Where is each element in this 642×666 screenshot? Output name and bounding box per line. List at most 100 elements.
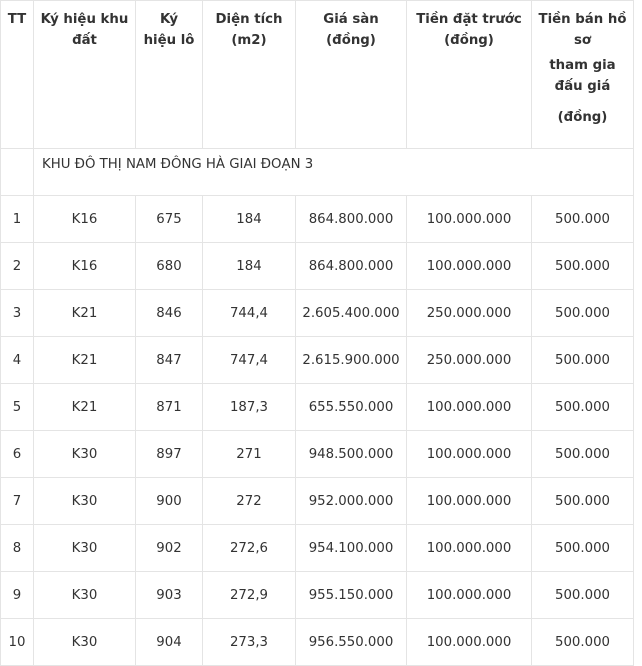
cell-land-code: K30 — [33, 618, 136, 666]
auction-lot-table: TT Ký hiệu khu đất Ký hiệu lô Diện tích … — [0, 0, 634, 666]
cell-area: 272,9 — [202, 571, 296, 619]
cell-floor-price: 956.550.000 — [295, 618, 407, 666]
cell-tt: 2 — [0, 242, 34, 290]
header-tt-label: TT — [7, 12, 27, 27]
cell-tt: 1 — [0, 195, 34, 243]
header-area-line1: Diện tích — [215, 12, 283, 27]
cell-floor-price: 2.605.400.000 — [295, 289, 407, 337]
cell-lot-code: 897 — [135, 430, 203, 478]
cell-tt: 9 — [0, 571, 34, 619]
cell-lot-code: 847 — [135, 336, 203, 384]
cell-area: 273,3 — [202, 618, 296, 666]
cell-dossier-fee: 500.000 — [531, 618, 634, 666]
header-deposit-line1: Tiền đặt trước — [416, 12, 522, 27]
cell-floor-price: 864.800.000 — [295, 242, 407, 290]
cell-land-code: K21 — [33, 289, 136, 337]
table-row: 3 K21 846 744,4 2.605.400.000 250.000.000 500.… — [0, 289, 634, 337]
table-row: 5 K21 871 187,3 655.550.000 100.000.000 500.00… — [0, 383, 634, 431]
header-land-code-line1: Ký hiệu khu — [40, 12, 129, 27]
cell-lot-code: 902 — [135, 524, 203, 572]
header-dossier-fee: Tiền bán hồ sơ tham gia đấu giá (đồng) — [531, 0, 634, 149]
table-row: 1 K16 675 184 864.800.000 100.000.000 500.000 — [0, 195, 634, 243]
table-row: 10 K30 904 273,3 956.550.000 100.000.000 500.0… — [0, 618, 634, 666]
table-row: 8 K30 902 272,6 954.100.000 100.000.000 500.00… — [0, 524, 634, 572]
header-floor-price-line2: (đồng) — [326, 33, 376, 48]
cell-floor-price: 864.800.000 — [295, 195, 407, 243]
cell-area: 272,6 — [202, 524, 296, 572]
cell-area: 187,3 — [202, 383, 296, 431]
cell-tt: 8 — [0, 524, 34, 572]
table-row: 4 K21 847 747,4 2.615.900.000 250.000.000 500.… — [0, 336, 634, 384]
cell-floor-price: 2.615.900.000 — [295, 336, 407, 384]
header-floor-price-line1: Giá sàn — [323, 12, 379, 27]
cell-lot-code: 680 — [135, 242, 203, 290]
table-row: 9 K30 903 272,9 955.150.000 100.000.000 500.00… — [0, 571, 634, 619]
cell-dossier-fee: 500.000 — [531, 571, 634, 619]
cell-floor-price: 655.550.000 — [295, 383, 407, 431]
header-land-code-line2: đất — [72, 33, 97, 48]
cell-deposit: 100.000.000 — [406, 383, 532, 431]
cell-deposit: 250.000.000 — [406, 289, 532, 337]
cell-land-code: K21 — [33, 336, 136, 384]
header-deposit-line2: (đồng) — [444, 33, 494, 48]
cell-tt: 5 — [0, 383, 34, 431]
cell-area: 747,4 — [202, 336, 296, 384]
section-row: KHU ĐÔ THỊ NAM ĐÔNG HÀ GIAI ĐOẠN 3 — [0, 148, 634, 196]
cell-tt: 10 — [0, 618, 34, 666]
cell-lot-code: 871 — [135, 383, 203, 431]
cell-land-code: K30 — [33, 477, 136, 525]
cell-tt: 7 — [0, 477, 34, 525]
header-floor-price: Giá sàn (đồng) — [295, 0, 407, 149]
cell-land-code: K30 — [33, 571, 136, 619]
cell-land-code: K21 — [33, 383, 136, 431]
cell-land-code: K30 — [33, 524, 136, 572]
cell-lot-code: 904 — [135, 618, 203, 666]
header-area-line2: (m2) — [231, 33, 267, 48]
header-lot-code-line1: Ký — [159, 12, 179, 27]
table-row: 6 K30 897 271 948.500.000 100.000.000 500.000 — [0, 430, 634, 478]
header-dossier-fee-line5: (đồng) — [557, 110, 608, 125]
cell-lot-code: 675 — [135, 195, 203, 243]
cell-area: 744,4 — [202, 289, 296, 337]
cell-tt: 6 — [0, 430, 34, 478]
cell-land-code: K16 — [33, 242, 136, 290]
cell-dossier-fee: 500.000 — [531, 242, 634, 290]
header-lot-code: Ký hiệu lô — [135, 0, 203, 149]
header-tt: TT — [0, 0, 34, 149]
header-dossier-fee-line2: sơ — [573, 33, 592, 48]
cell-dossier-fee: 500.000 — [531, 289, 634, 337]
header-deposit: Tiền đặt trước (đồng) — [406, 0, 532, 149]
header-dossier-fee-line4: đấu giá — [554, 79, 611, 94]
cell-land-code: K16 — [33, 195, 136, 243]
cell-dossier-fee: 500.000 — [531, 430, 634, 478]
cell-floor-price: 952.000.000 — [295, 477, 407, 525]
header-row: TT Ký hiệu khu đất Ký hiệu lô Diện tích … — [0, 0, 634, 149]
cell-lot-code: 846 — [135, 289, 203, 337]
cell-area: 271 — [202, 430, 296, 478]
cell-dossier-fee: 500.000 — [531, 336, 634, 384]
cell-floor-price: 948.500.000 — [295, 430, 407, 478]
header-dossier-fee-line1: Tiền bán hồ — [538, 12, 627, 27]
cell-area: 184 — [202, 195, 296, 243]
cell-deposit: 100.000.000 — [406, 571, 532, 619]
cell-tt: 3 — [0, 289, 34, 337]
cell-dossier-fee: 500.000 — [531, 524, 634, 572]
cell-deposit: 100.000.000 — [406, 195, 532, 243]
cell-dossier-fee: 500.000 — [531, 383, 634, 431]
cell-deposit: 250.000.000 — [406, 336, 532, 384]
cell-area: 184 — [202, 242, 296, 290]
cell-dossier-fee: 500.000 — [531, 477, 634, 525]
cell-tt: 4 — [0, 336, 34, 384]
cell-floor-price: 955.150.000 — [295, 571, 407, 619]
table-row: 7 K30 900 272 952.000.000 100.000.000 500.000 — [0, 477, 634, 525]
table-row: 2 K16 680 184 864.800.000 100.000.000 500.000 — [0, 242, 634, 290]
cell-deposit: 100.000.000 — [406, 477, 532, 525]
cell-land-code: K30 — [33, 430, 136, 478]
header-lot-code-line2: hiệu lô — [143, 33, 195, 48]
cell-dossier-fee: 500.000 — [531, 195, 634, 243]
table-body: 1 K16 675 184 864.800.000 100.000.000 500.000 2… — [0, 195, 634, 666]
header-land-code: Ký hiệu khu đất — [33, 0, 136, 149]
cell-area: 272 — [202, 477, 296, 525]
section-tt-cell — [0, 148, 34, 196]
cell-lot-code: 903 — [135, 571, 203, 619]
